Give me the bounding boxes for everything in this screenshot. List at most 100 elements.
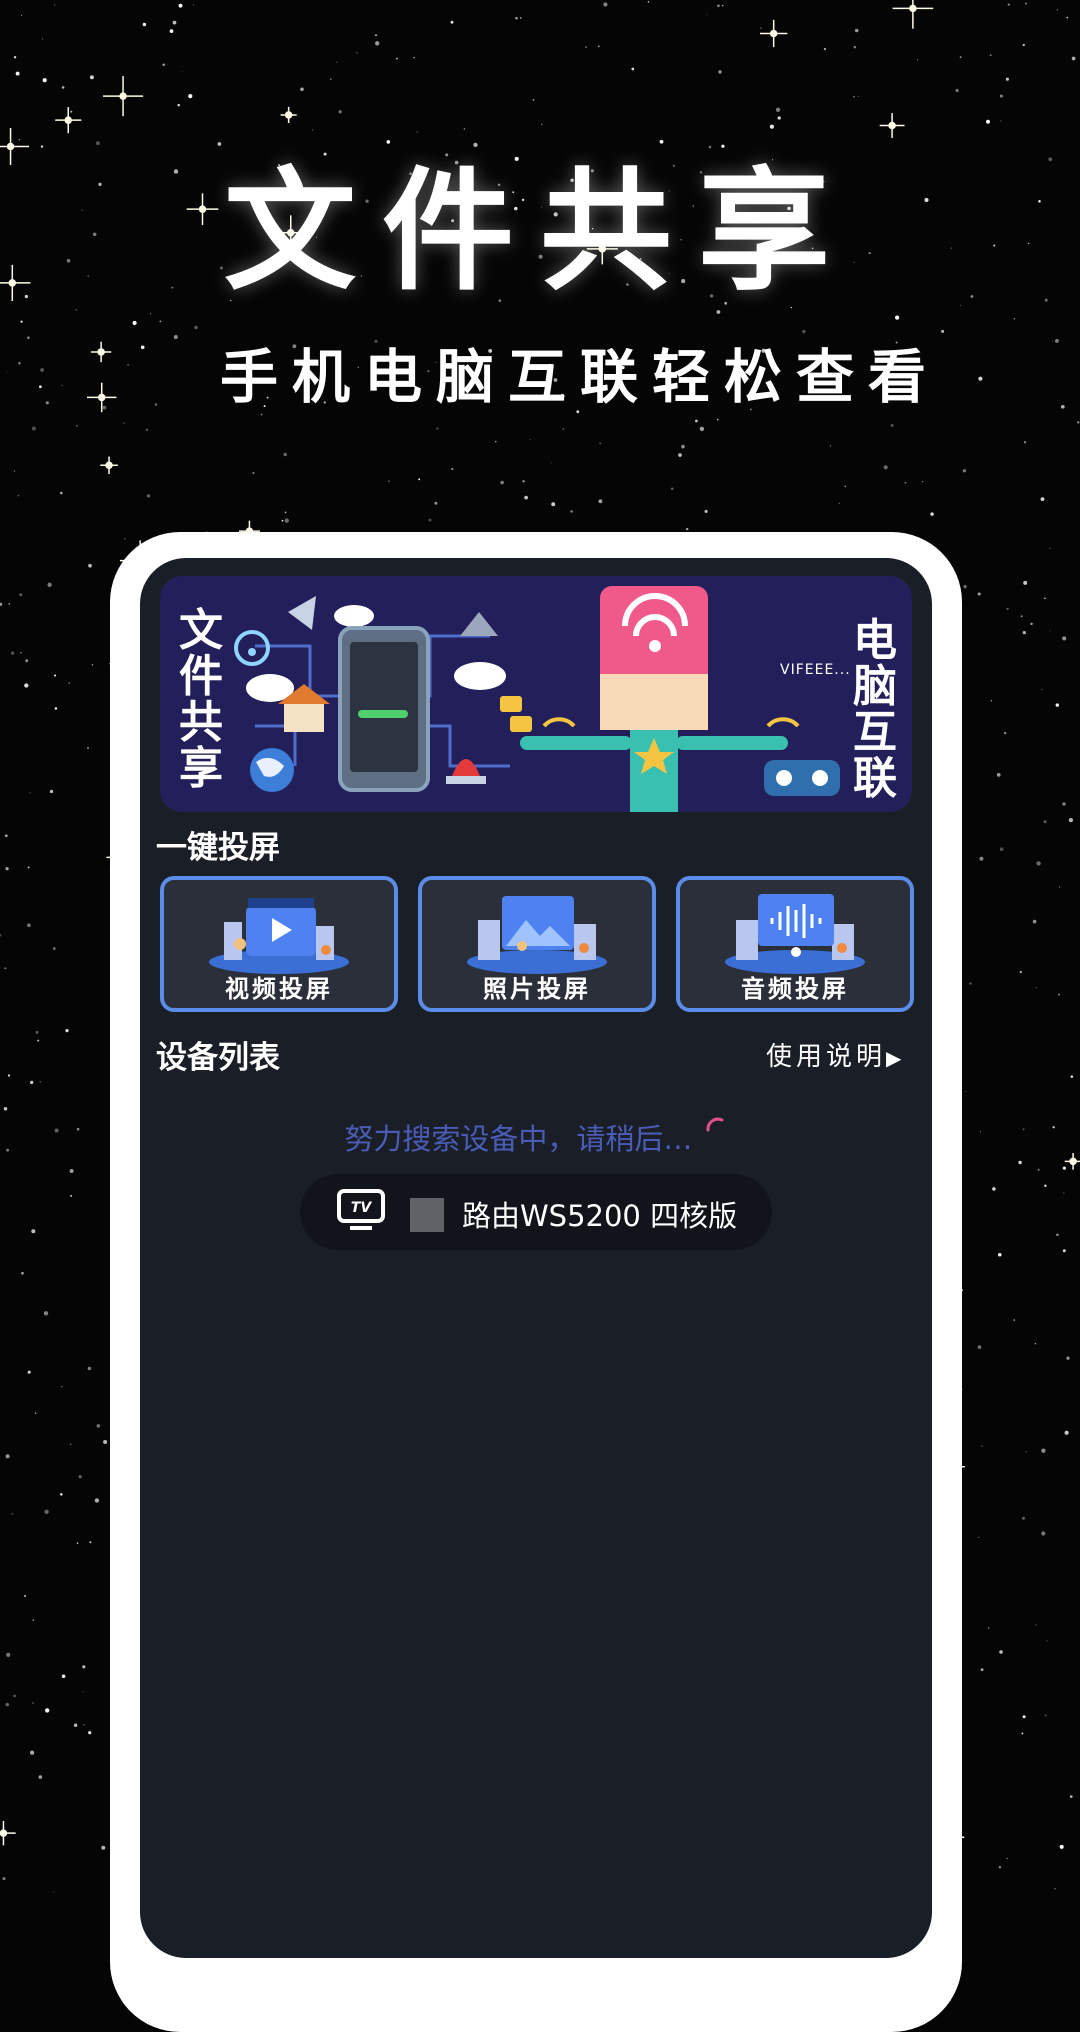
star <box>69 1169 74 1173</box>
star <box>436 427 439 430</box>
star <box>597 45 600 48</box>
hero-title: 文件共享 <box>224 155 856 309</box>
loading-spinner-icon <box>706 1117 724 1132</box>
star <box>78 1475 82 1479</box>
star <box>6 1652 11 1657</box>
star <box>20 320 23 323</box>
bright-star <box>103 76 144 117</box>
star <box>82 1665 86 1669</box>
star <box>721 4 724 7</box>
star <box>1037 1168 1040 1171</box>
star <box>1022 1715 1026 1719</box>
star <box>123 422 125 424</box>
star <box>27 923 31 928</box>
star <box>522 480 525 483</box>
star <box>1036 861 1041 866</box>
star <box>21 14 23 16</box>
star <box>857 96 859 98</box>
star <box>76 425 78 427</box>
star <box>1066 16 1069 19</box>
star <box>987 1627 990 1629</box>
star <box>704 509 708 513</box>
star <box>35 1030 39 1034</box>
star <box>281 519 284 522</box>
searching-status: 努力搜索设备中，请稍后… <box>140 1116 932 1158</box>
device-list-item[interactable]: TV 路由WS5200 四核版 <box>300 1174 772 1250</box>
star <box>1044 1714 1047 1717</box>
star <box>396 57 398 60</box>
photo-cast-label: 照片投屏 <box>483 974 591 1003</box>
star <box>1046 1640 1048 1642</box>
star <box>146 494 151 498</box>
star <box>678 453 682 457</box>
star <box>681 444 685 449</box>
star <box>34 1412 37 1414</box>
star <box>1023 441 1027 444</box>
star <box>1077 421 1080 424</box>
star <box>1025 1451 1027 1453</box>
star <box>96 1424 101 1428</box>
star <box>829 445 832 447</box>
star <box>838 502 840 504</box>
star <box>356 52 358 54</box>
device-checkbox[interactable] <box>410 1198 444 1232</box>
star <box>283 452 287 457</box>
star <box>1013 317 1016 320</box>
star <box>706 14 708 16</box>
star <box>178 3 183 8</box>
star <box>1059 1844 1064 1849</box>
star <box>1069 1795 1073 1798</box>
star <box>570 510 573 513</box>
star <box>450 20 454 24</box>
star <box>39 1081 41 1083</box>
star <box>91 664 94 666</box>
banner-tag: VIFEEE... <box>780 662 851 678</box>
star <box>1022 1128 1025 1131</box>
play-arrow-icon: ▶ <box>886 1046 906 1070</box>
bright-star <box>100 456 118 475</box>
star <box>1057 993 1061 996</box>
promo-banner[interactable]: 文件共享 电脑互联 VIFEEE... <box>160 576 912 812</box>
bright-star <box>1064 1152 1080 1170</box>
bright-star <box>0 1820 16 1846</box>
star <box>1052 1126 1055 1129</box>
star <box>0 934 2 937</box>
usage-guide-link[interactable]: 使用说明▶ <box>766 1036 905 1073</box>
device-name: 路由WS5200 四核版 <box>462 1199 738 1233</box>
video-cast-card[interactable]: 视频投屏 <box>160 876 398 1012</box>
star <box>977 592 981 596</box>
tv-icon-text: TV <box>351 1200 373 1216</box>
audio-cast-card[interactable]: 音频投屏 <box>676 876 914 1012</box>
star <box>82 1691 84 1693</box>
star <box>532 99 535 101</box>
star <box>685 527 689 531</box>
star <box>76 1542 79 1544</box>
star <box>49 789 54 794</box>
star <box>992 1187 996 1191</box>
star <box>5 1454 10 1459</box>
star <box>922 480 924 483</box>
star <box>853 95 855 98</box>
star <box>388 480 390 483</box>
usage-guide-label: 使用说明 <box>766 1042 887 1072</box>
star <box>181 71 183 73</box>
star <box>86 746 90 749</box>
star <box>172 20 177 25</box>
photo-cast-card[interactable]: 照片投屏 <box>418 876 656 1012</box>
star <box>88 1731 92 1735</box>
star <box>963 584 967 589</box>
star <box>45 1708 50 1713</box>
star <box>68 682 71 684</box>
star <box>1043 820 1047 824</box>
star <box>15 71 20 76</box>
star <box>980 1668 984 1672</box>
star <box>1062 636 1067 641</box>
star <box>998 1253 1002 1257</box>
star <box>979 856 984 861</box>
star <box>4 967 7 970</box>
star <box>284 518 289 523</box>
star <box>54 674 57 677</box>
star <box>61 1386 63 1388</box>
star <box>1041 688 1043 691</box>
star <box>177 103 180 107</box>
